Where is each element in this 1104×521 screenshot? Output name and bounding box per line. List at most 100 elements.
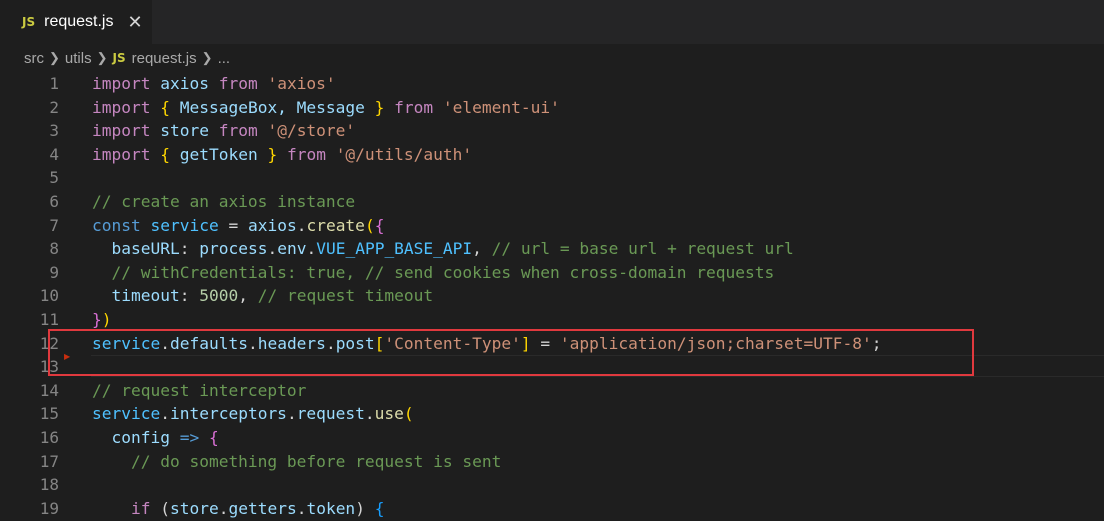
code-token: headers	[257, 333, 326, 353]
code-line[interactable]: 7 const service = axios.create({	[0, 214, 1104, 238]
code-token: .	[364, 404, 375, 424]
code-token: MessageBox, Message	[169, 97, 375, 117]
line-number: 12	[39, 333, 59, 353]
code-token: import	[92, 144, 151, 164]
code-token: if	[130, 498, 151, 518]
breadcrumb-item-src[interactable]: src	[24, 50, 44, 67]
code-token: process	[199, 239, 268, 259]
code-token: import	[92, 97, 151, 117]
code-token: use	[374, 404, 404, 424]
breadcrumb-item-utils[interactable]: utils	[65, 50, 92, 67]
code-token: .	[296, 498, 307, 518]
code-text: import axios from 'axios'	[92, 72, 336, 96]
code-line[interactable]: 1 import axios from 'axios'	[0, 72, 1104, 96]
code-line[interactable]: 6 // create an axios instance	[0, 190, 1104, 214]
line-number: 6	[49, 192, 59, 211]
breadcrumb-item-more[interactable]: ...	[218, 50, 231, 67]
code-token: {	[374, 498, 385, 518]
code-token: interceptors	[169, 404, 287, 424]
line-number: 19	[39, 498, 59, 518]
breadcrumb: src ❯ utils ❯ JS request.js ❯ ...	[0, 44, 1104, 72]
code-text: import store from '@/store'	[92, 119, 355, 143]
line-number: 16	[39, 428, 59, 447]
tab-request-js[interactable]: JS request.js ✕	[0, 0, 152, 44]
code-line[interactable]: 3 import store from '@/store'	[0, 119, 1104, 143]
code-token: // request timeout	[257, 286, 434, 306]
code-line[interactable]: 18	[0, 473, 1104, 497]
breakpoint-marker-icon: ▶	[64, 352, 71, 361]
code-line[interactable]: 8 baseURL: process.env.VUE_APP_BASE_API,…	[0, 237, 1104, 261]
code-line[interactable]: 2 import { MessageBox, Message } from 'e…	[0, 96, 1104, 120]
code-text: service.interceptors.request.use(	[92, 402, 414, 426]
code-token: from	[218, 74, 258, 93]
tab-bar: JS request.js ✕	[0, 0, 1104, 44]
code-comment: // create an axios instance	[92, 192, 356, 211]
code-token: request	[296, 404, 365, 424]
code-token: store	[150, 121, 219, 141]
code-token: =	[218, 215, 248, 235]
line-number: 10	[39, 286, 59, 306]
code-token: store	[169, 498, 219, 518]
line-number: 1	[49, 74, 59, 93]
code-text: config => {	[92, 426, 219, 450]
code-line[interactable]: 14 // request interceptor	[0, 379, 1104, 403]
code-token: {	[208, 428, 219, 447]
code-token: service	[92, 404, 161, 424]
code-text: if (store.getters.token) {	[92, 497, 384, 521]
code-token: timeout	[111, 286, 180, 306]
code-token: '@/store'	[267, 121, 356, 141]
js-file-icon: JS	[112, 51, 126, 65]
code-token: getToken	[169, 144, 268, 164]
chevron-right-icon: ❯	[201, 50, 213, 65]
current-line-highlight	[91, 355, 1104, 377]
code-token: )	[355, 498, 375, 518]
code-text: service.defaults.headers.post['Content-T…	[92, 332, 882, 356]
code-token: 'application/json;charset=UTF-8'	[559, 333, 872, 353]
code-line[interactable]: 11 })	[0, 308, 1104, 332]
code-token: import	[92, 74, 151, 93]
code-token: axios	[150, 74, 219, 93]
code-line[interactable]: 9 // withCredentials: true, // send cook…	[0, 261, 1104, 285]
code-line[interactable]: 19 if (store.getters.token) {	[0, 497, 1104, 521]
line-number: 7	[49, 215, 59, 235]
code-token: .	[160, 404, 170, 424]
code-token: env	[277, 239, 307, 259]
code-token: '@/utils/auth'	[335, 144, 473, 164]
code-line[interactable]: 16 config => {	[0, 426, 1104, 450]
line-number: 4	[49, 144, 59, 164]
code-token: (	[364, 215, 375, 235]
code-line[interactable]: 12 service.defaults.headers.post['Conten…	[0, 332, 1104, 356]
code-line[interactable]: 10 timeout: 5000, // request timeout	[0, 284, 1104, 308]
code-token: const	[92, 215, 141, 235]
code-editor[interactable]: 1 import axios from 'axios' 2 import { M…	[0, 72, 1104, 521]
code-token: .	[296, 215, 307, 235]
code-line[interactable]: 5	[0, 166, 1104, 190]
code-token: service	[150, 215, 219, 235]
code-token: // url = base url + request url	[491, 239, 794, 259]
code-line[interactable]: 17 // do something before request is sen…	[0, 450, 1104, 474]
code-token: {	[160, 144, 170, 164]
code-token: // withCredentials: true, // send cookie…	[111, 262, 775, 282]
line-number: 15	[39, 404, 59, 424]
line-number: 13	[39, 357, 59, 377]
code-line[interactable]: 4 import { getToken } from '@/utils/auth…	[0, 143, 1104, 167]
breadcrumb-item-file[interactable]: request.js	[132, 50, 197, 67]
code-line[interactable]: 15 service.interceptors.request.use(	[0, 402, 1104, 426]
code-token: defaults	[169, 333, 248, 353]
code-token: (	[403, 404, 414, 424]
line-number: 3	[49, 121, 59, 141]
code-token: baseURL	[111, 239, 180, 259]
code-token: :	[179, 239, 200, 259]
code-token: 'element-ui'	[442, 97, 560, 117]
line-number: 18	[39, 475, 59, 495]
code-token: 'Content-Type'	[384, 333, 521, 353]
close-icon[interactable]: ✕	[127, 12, 142, 33]
code-token: ,	[238, 286, 258, 306]
line-number: 8	[49, 239, 59, 259]
